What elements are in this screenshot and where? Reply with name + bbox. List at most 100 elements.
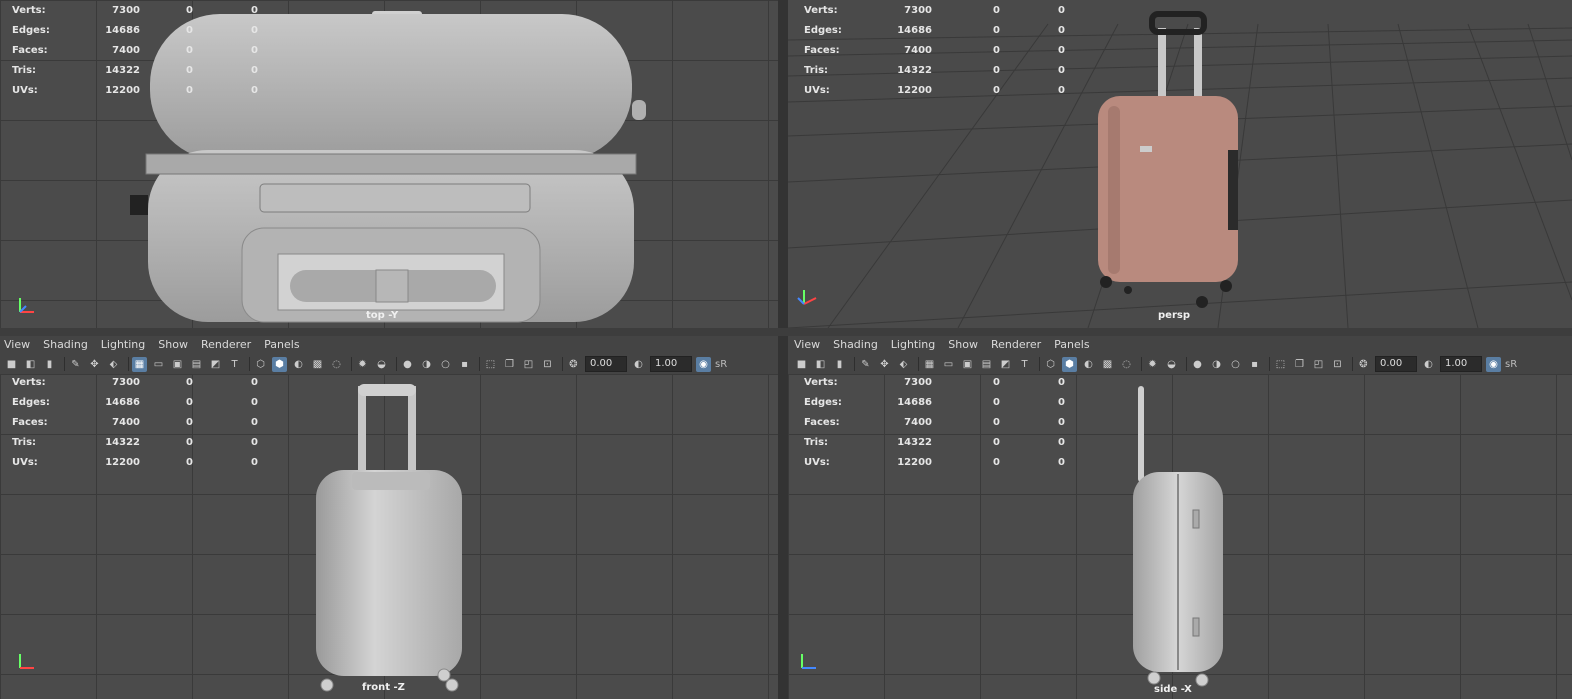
textured-icon[interactable]: ▩ xyxy=(1100,357,1115,372)
field-chart-icon[interactable]: ◩ xyxy=(998,357,1013,372)
bookmark-icon[interactable]: ▮ xyxy=(42,357,57,372)
menu-renderer[interactable]: Renderer xyxy=(201,336,251,354)
pan-zoom-icon[interactable]: ✥ xyxy=(877,357,892,372)
viewport-front[interactable]: Verts: 7300 0 0 Edges: 14686 0 0 Faces: 7400 0 0 … xyxy=(0,374,778,699)
camera-label-side: side -X xyxy=(1154,684,1192,695)
stats-hud: Verts: 7300 0 0 Edges: 14686 0 0 Faces: 7400 0 0 … xyxy=(12,5,258,96)
menu-shading[interactable]: Shading xyxy=(833,336,878,354)
exposure-dial-icon[interactable]: ❂ xyxy=(566,357,581,372)
wireframe-icon[interactable]: ⬡ xyxy=(1043,357,1058,372)
two-d-pan-icon[interactable]: ⬖ xyxy=(896,357,911,372)
grease-pencil-icon[interactable]: ✎ xyxy=(68,357,83,372)
anti-alias-icon[interactable]: ◑ xyxy=(1209,357,1224,372)
film-gate-icon[interactable]: ▭ xyxy=(151,357,166,372)
viewport-persp[interactable]: Verts: 7300 0 0 Edges: 14686 0 0 Faces: 7400 0 0 … xyxy=(788,0,1572,328)
default-material-icon[interactable]: ◐ xyxy=(291,357,306,372)
camera-attr-icon[interactable]: ◧ xyxy=(813,357,828,372)
xray-icon[interactable]: ◌ xyxy=(1119,357,1134,372)
shadows-icon[interactable]: ◒ xyxy=(374,357,389,372)
grease-pencil-icon[interactable]: ✎ xyxy=(858,357,873,372)
shadows-icon[interactable]: ◒ xyxy=(1164,357,1179,372)
smooth-shade-icon[interactable]: ⬢ xyxy=(272,356,287,372)
camera-label-front: front -Z xyxy=(362,682,405,693)
stats-hud: Verts: 7300 0 0 Edges: 14686 0 0 Faces: 7400 0 0 … xyxy=(804,377,1065,468)
menu-panels[interactable]: Panels xyxy=(1054,336,1089,354)
menu-lighting[interactable]: Lighting xyxy=(891,336,935,354)
axis-gizmo-icon xyxy=(19,298,34,313)
depth-of-field-icon[interactable]: ○ xyxy=(1228,357,1243,372)
light-icon[interactable]: ✹ xyxy=(1145,357,1160,372)
camera-label-top: top -Y xyxy=(366,310,399,321)
viewport-top[interactable]: Verts: 7300 0 0 Edges: 14686 0 0 Faces: 7400 0 0 … xyxy=(0,0,778,328)
exposure-field[interactable]: 0.00 xyxy=(585,356,627,372)
depth-of-field-icon[interactable]: ○ xyxy=(438,357,453,372)
resolution-gate-icon[interactable]: ▣ xyxy=(960,357,975,372)
menu-lighting[interactable]: Lighting xyxy=(101,336,145,354)
stats-hud: Verts: 7300 0 0 Edges: 14686 0 0 Faces: 7400 0 0 … xyxy=(12,377,258,468)
exposure-icon[interactable]: ❐ xyxy=(502,357,517,372)
xray-icon[interactable]: ◌ xyxy=(329,357,344,372)
camera-icon[interactable]: ■ xyxy=(794,357,809,372)
gamma-icon[interactable]: ◐ xyxy=(1421,357,1436,372)
select-icon[interactable]: ⬚ xyxy=(483,357,498,372)
gamma-field[interactable]: 1.00 xyxy=(650,356,692,372)
ambient-occlusion-icon[interactable]: ● xyxy=(400,357,415,372)
axis-gizmo-icon xyxy=(19,654,34,669)
panel-menubar: View Shading Lighting Show Renderer Panels xyxy=(4,336,774,354)
isolate-icon[interactable]: ▪ xyxy=(457,357,472,372)
viewport-side[interactable]: Verts: 7300 0 0 Edges: 14686 0 0 Faces: 7400 0 0 … xyxy=(788,374,1572,699)
gamma-icon[interactable]: ◐ xyxy=(631,357,646,372)
frame-icon[interactable]: ◰ xyxy=(521,357,536,372)
safe-title-icon[interactable]: T xyxy=(227,357,242,372)
exposure-field[interactable]: 0.00 xyxy=(1375,356,1417,372)
color-management-icon[interactable]: ◉ xyxy=(1486,356,1501,372)
exposure-dial-icon[interactable]: ❂ xyxy=(1356,357,1371,372)
menu-renderer[interactable]: Renderer xyxy=(991,336,1041,354)
gamma-field[interactable]: 1.00 xyxy=(1440,356,1482,372)
axis-gizmo-icon xyxy=(797,290,817,305)
color-space-label: sR xyxy=(715,358,728,370)
stats-hud: Verts: 7300 0 0 Edges: 14686 0 0 Faces: 7400 0 0 … xyxy=(804,5,1065,96)
isolate-icon[interactable]: ▪ xyxy=(1247,357,1262,372)
field-chart-icon[interactable]: ◩ xyxy=(208,357,223,372)
two-d-pan-icon[interactable]: ⬖ xyxy=(106,357,121,372)
menu-show[interactable]: Show xyxy=(948,336,978,354)
fit-icon[interactable]: ⊡ xyxy=(1330,357,1345,372)
bookmark-icon[interactable]: ▮ xyxy=(832,357,847,372)
frame-icon[interactable]: ◰ xyxy=(1311,357,1326,372)
gate-mask-icon[interactable]: ▤ xyxy=(979,357,994,372)
camera-icon[interactable]: ■ xyxy=(4,357,19,372)
default-material-icon[interactable]: ◐ xyxy=(1081,357,1096,372)
gate-mask-icon[interactable]: ▤ xyxy=(189,357,204,372)
grid-icon[interactable]: ▦ xyxy=(922,357,937,372)
panel-divider[interactable] xyxy=(0,328,1572,336)
panel-menubar: View Shading Lighting Show Renderer Panels xyxy=(794,336,1564,354)
menu-show[interactable]: Show xyxy=(158,336,188,354)
film-gate-icon[interactable]: ▭ xyxy=(941,357,956,372)
menu-view[interactable]: View xyxy=(4,336,30,354)
exposure-icon[interactable]: ❐ xyxy=(1292,357,1307,372)
light-icon[interactable]: ✹ xyxy=(355,357,370,372)
panel-divider[interactable] xyxy=(778,0,788,699)
resolution-gate-icon[interactable]: ▣ xyxy=(170,357,185,372)
pan-zoom-icon[interactable]: ✥ xyxy=(87,357,102,372)
menu-panels[interactable]: Panels xyxy=(264,336,299,354)
safe-title-icon[interactable]: T xyxy=(1017,357,1032,372)
axis-gizmo-icon xyxy=(801,654,816,669)
menu-view[interactable]: View xyxy=(794,336,820,354)
select-icon[interactable]: ⬚ xyxy=(1273,357,1288,372)
panel-toolbar: ■ ◧ ▮ ✎ ✥ ⬖ ▦ ▭ ▣ ▤ ◩ T ⬡ ⬢ ◐ ▩ ◌ ✹ ◒ ● ◑ ○ ▪ ⬚ ❐ ◰ ⊡ ❂ 0.00 … xyxy=(4,354,778,374)
camera-attr-icon[interactable]: ◧ xyxy=(23,357,38,372)
anti-alias-icon[interactable]: ◑ xyxy=(419,357,434,372)
color-space-label: sR xyxy=(1505,358,1518,370)
fit-icon[interactable]: ⊡ xyxy=(540,357,555,372)
color-management-icon[interactable]: ◉ xyxy=(696,356,711,372)
smooth-shade-icon[interactable]: ⬢ xyxy=(1062,356,1077,372)
panel-toolbar: ■ ◧ ▮ ✎ ✥ ⬖ ▦ ▭ ▣ ▤ ◩ T ⬡ ⬢ ◐ ▩ ◌ ✹ ◒ ● ◑ ○ ▪ ⬚ ❐ ◰ ⊡ ❂ 0.00 … xyxy=(794,354,1568,374)
grid-icon[interactable]: ▦ xyxy=(132,356,147,372)
menu-shading[interactable]: Shading xyxy=(43,336,88,354)
camera-label-persp: persp xyxy=(1158,310,1190,321)
wireframe-icon[interactable]: ⬡ xyxy=(253,357,268,372)
textured-icon[interactable]: ▩ xyxy=(310,357,325,372)
ambient-occlusion-icon[interactable]: ● xyxy=(1190,357,1205,372)
